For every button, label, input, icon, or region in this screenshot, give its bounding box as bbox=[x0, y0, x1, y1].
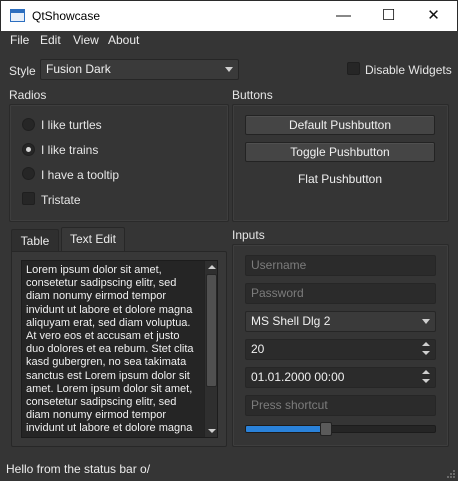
tristate-checkbox[interactable] bbox=[22, 192, 35, 205]
number-spinbox[interactable]: 20 bbox=[245, 339, 436, 360]
style-combobox[interactable]: Fusion Dark bbox=[40, 59, 239, 80]
datetime-value: 01.01.2000 00:00 bbox=[251, 370, 345, 384]
title-bar[interactable]: QtShowcase — ☐ ✕ bbox=[0, 0, 458, 31]
password-input[interactable]: Password bbox=[245, 283, 436, 304]
tab-table[interactable]: Table bbox=[11, 229, 59, 252]
text-edit-scrollbar[interactable] bbox=[204, 261, 217, 437]
radio-turtles-label: I like turtles bbox=[41, 118, 102, 132]
scrollbar-handle[interactable] bbox=[206, 274, 217, 387]
status-bar: Hello from the status bar o/ bbox=[0, 458, 458, 481]
scroll-down-arrow-icon[interactable] bbox=[205, 425, 217, 437]
scroll-up-arrow-icon[interactable] bbox=[205, 261, 217, 273]
horizontal-slider[interactable] bbox=[245, 422, 436, 436]
default-pushbutton[interactable]: Default Pushbutton bbox=[245, 115, 435, 135]
style-combobox-value: Fusion Dark bbox=[46, 62, 111, 76]
menu-edit[interactable]: Edit bbox=[40, 33, 61, 47]
font-combobox-value: MS Shell Dlg 2 bbox=[251, 314, 331, 328]
menu-about[interactable]: About bbox=[108, 33, 139, 47]
spin-arrows-icon[interactable] bbox=[422, 370, 431, 385]
radio-trains-label: I like trains bbox=[41, 143, 99, 157]
maximize-button[interactable]: ☐ bbox=[366, 1, 411, 31]
size-grip-icon[interactable] bbox=[445, 468, 455, 478]
radio-tooltip[interactable] bbox=[22, 167, 35, 180]
text-edit-content: Lorem ipsum dolor sit amet, consetetur s… bbox=[26, 264, 194, 437]
datetime-edit[interactable]: 01.01.2000 00:00 bbox=[245, 367, 436, 388]
radio-tooltip-label: I have a tooltip bbox=[41, 168, 120, 182]
chevron-down-icon bbox=[422, 319, 430, 324]
window-title: QtShowcase bbox=[32, 9, 101, 23]
shortcut-input[interactable]: Press shortcut bbox=[245, 395, 436, 416]
text-edit[interactable]: Lorem ipsum dolor sit amet, consetetur s… bbox=[21, 260, 218, 438]
username-input[interactable]: Username bbox=[245, 255, 436, 276]
tab-text-edit[interactable]: Text Edit bbox=[61, 227, 125, 252]
buttons-group-title: Buttons bbox=[232, 88, 273, 102]
slider-fill bbox=[246, 426, 321, 432]
radios-group-title: Radios bbox=[9, 88, 47, 102]
chevron-down-icon bbox=[225, 67, 233, 72]
tab-pane: Lorem ipsum dolor sit amet, consetetur s… bbox=[11, 251, 227, 447]
radio-turtles[interactable] bbox=[22, 118, 35, 131]
status-message: Hello from the status bar o/ bbox=[6, 462, 151, 476]
flat-pushbutton[interactable]: Flat Pushbutton bbox=[245, 172, 435, 186]
close-button[interactable]: ✕ bbox=[411, 1, 456, 31]
style-label: Style bbox=[9, 64, 36, 78]
tristate-label: Tristate bbox=[41, 193, 81, 207]
radio-trains[interactable] bbox=[22, 143, 35, 156]
inputs-group-title: Inputs bbox=[232, 228, 265, 242]
menu-view[interactable]: View bbox=[73, 33, 99, 47]
menu-bar: File Edit View About bbox=[0, 31, 458, 50]
disable-widgets-label: Disable Widgets bbox=[365, 63, 452, 77]
spinbox-value: 20 bbox=[251, 342, 265, 356]
disable-widgets-checkbox[interactable] bbox=[347, 62, 360, 75]
font-combobox[interactable]: MS Shell Dlg 2 bbox=[245, 311, 436, 332]
app-window-icon bbox=[10, 9, 25, 22]
menu-file[interactable]: File bbox=[10, 33, 29, 47]
slider-handle[interactable] bbox=[320, 422, 332, 436]
toggle-pushbutton[interactable]: Toggle Pushbutton bbox=[245, 142, 435, 162]
minimize-button[interactable]: — bbox=[321, 1, 366, 31]
spin-arrows-icon[interactable] bbox=[422, 342, 431, 357]
